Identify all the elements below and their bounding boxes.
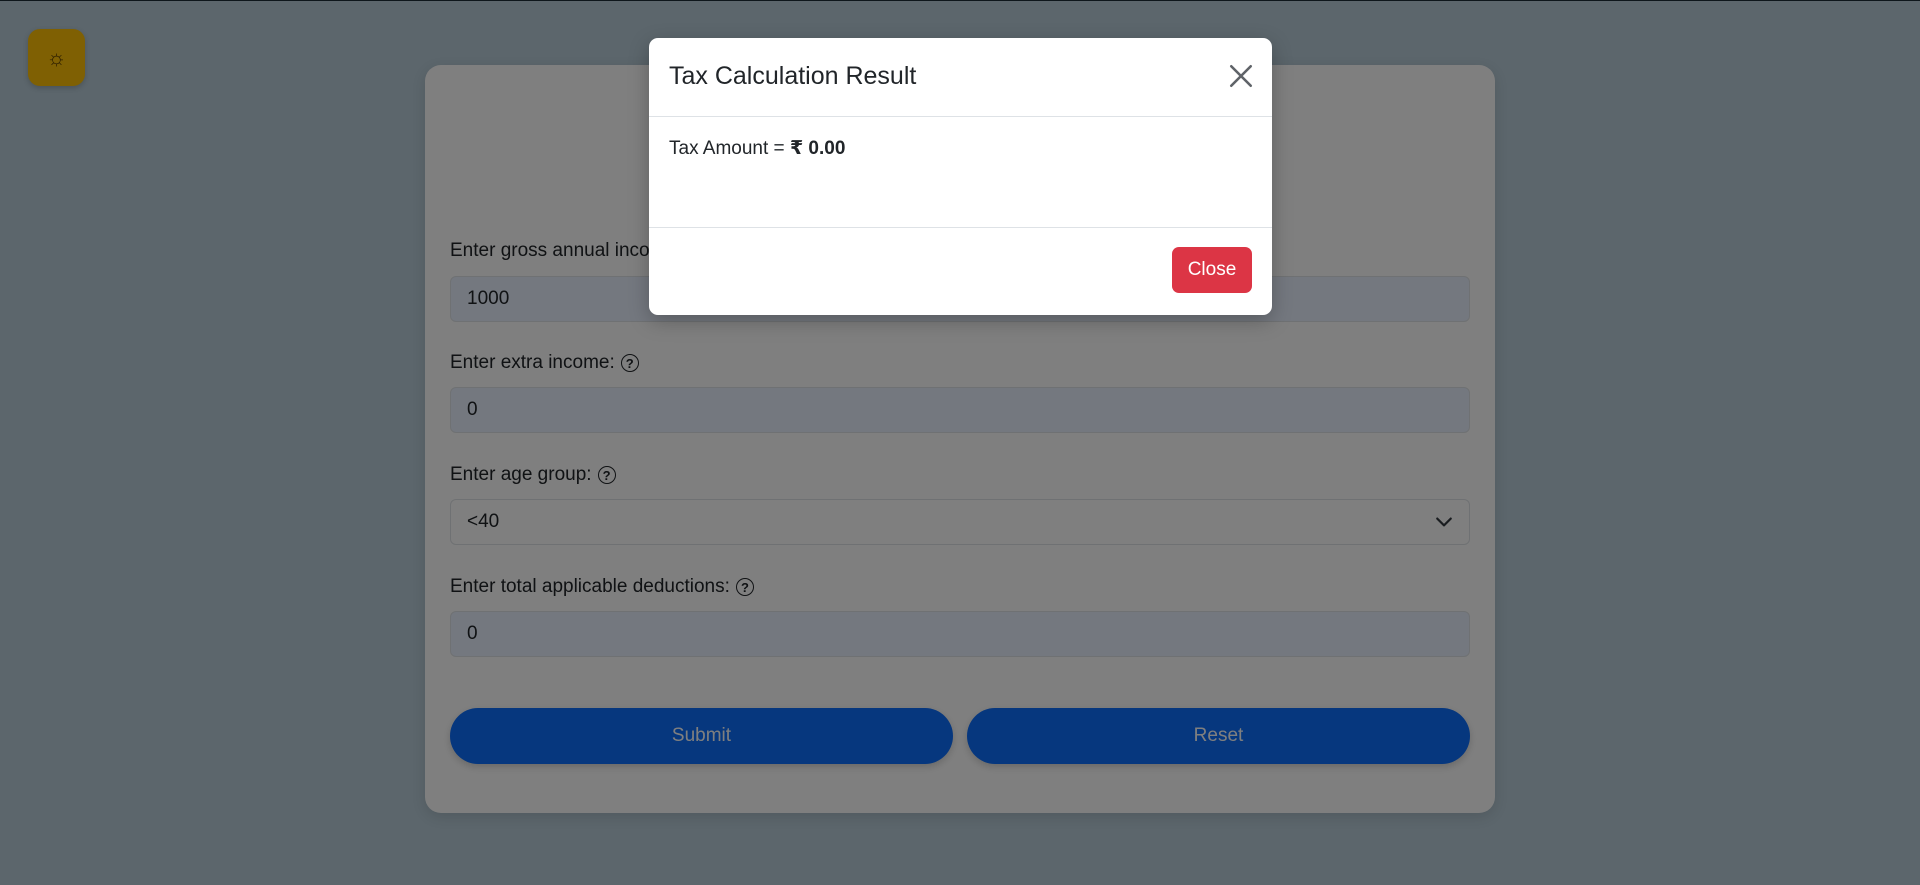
close-button[interactable]: Close [1172,247,1252,293]
close-icon[interactable] [1228,63,1254,89]
tax-amount-line: Tax Amount = ₹ 0.00 [669,137,845,160]
modal-header: Tax Calculation Result [649,38,1272,117]
modal-title: Tax Calculation Result [669,62,917,90]
modal-footer: Close [649,228,1272,316]
tax-amount-label: Tax Amount = [669,138,790,159]
tax-amount-value: ₹ 0.00 [789,138,846,159]
tax-result-modal: Tax Calculation Result Tax Amount = ₹ 0.… [649,38,1272,315]
modal-body: Tax Amount = ₹ 0.00 [649,117,1272,228]
